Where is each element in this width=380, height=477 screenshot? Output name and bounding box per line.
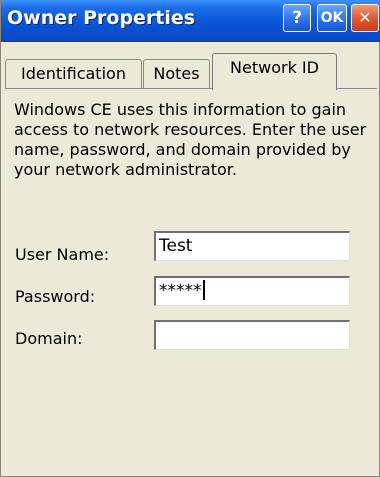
domain-label: Domain:: [15, 329, 83, 348]
tab-network-id[interactable]: Network ID: [212, 53, 337, 90]
domain-input[interactable]: [154, 320, 350, 350]
window-title: Owner Properties: [7, 7, 196, 29]
close-button[interactable]: ✕: [351, 4, 379, 32]
password-input[interactable]: *****: [154, 276, 350, 306]
network-id-description: Windows CE uses this information to gain…: [14, 100, 367, 179]
tab-identification[interactable]: Identification: [5, 59, 142, 89]
password-label: Password:: [15, 287, 96, 306]
ok-button[interactable]: OK: [317, 4, 347, 32]
user-name-label: User Name:: [15, 245, 110, 264]
password-masked-value: *****: [159, 281, 202, 301]
help-button[interactable]: ?: [283, 4, 311, 32]
tab-notes[interactable]: Notes: [143, 59, 210, 89]
title-bar: Owner Properties ? OK ✕: [1, 0, 380, 42]
text-caret: [202, 280, 205, 300]
owner-properties-window: Owner Properties ? OK ✕ Identification N…: [0, 0, 380, 477]
selected-tab-gap: [213, 88, 336, 90]
user-name-input[interactable]: Test: [154, 231, 350, 261]
